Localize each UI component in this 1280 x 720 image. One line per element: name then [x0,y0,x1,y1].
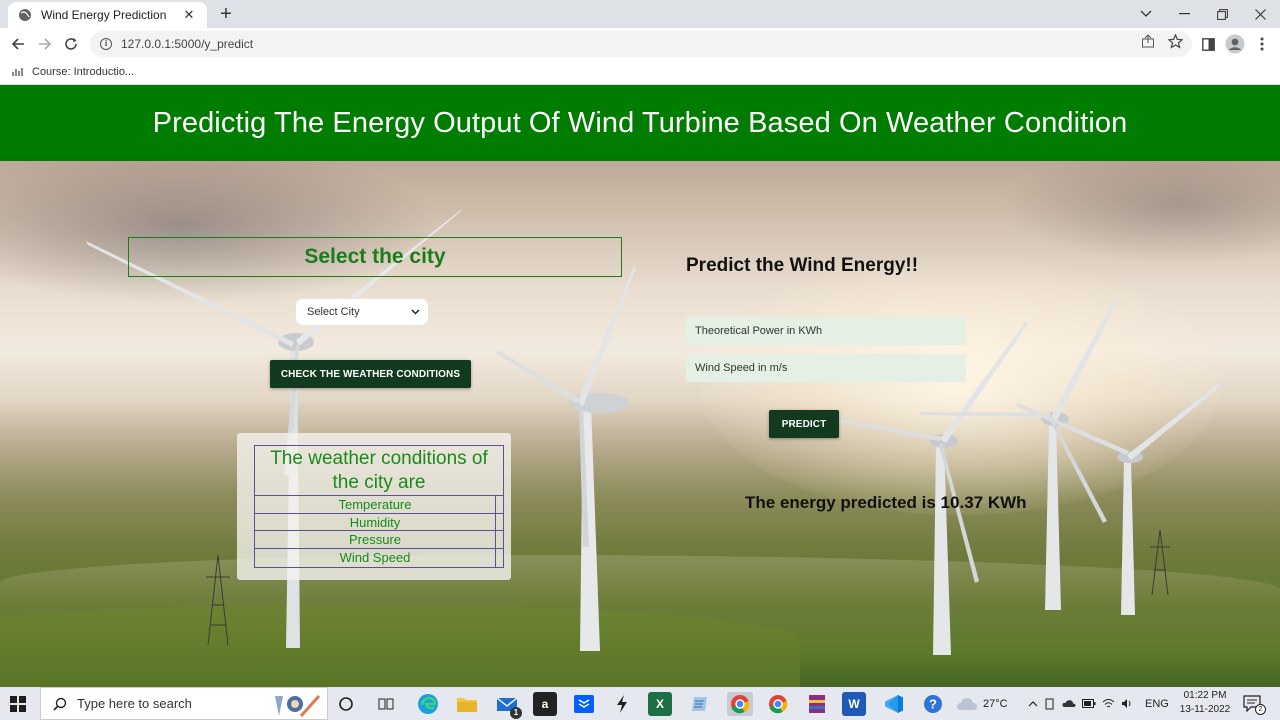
browser-toolbar: i 127.0.0.1:5000/y_predict [0,28,1280,60]
weather-widget[interactable]: 27°C [956,687,1008,720]
address-bar[interactable]: i 127.0.0.1:5000/y_predict [90,31,1192,57]
more-menu-icon[interactable] [1252,34,1272,54]
file-explorer-icon[interactable] [455,692,479,716]
system-tray: ENG [1028,687,1169,720]
amazon-icon[interactable]: a [533,692,557,716]
reload-icon[interactable] [59,32,83,56]
cortana-icon[interactable] [334,692,358,716]
windows-start-icon[interactable] [10,696,26,712]
minimize-icon[interactable] [1165,0,1203,28]
share-icon[interactable] [1140,33,1156,49]
weather-temperature-label: Temperature [255,496,496,513]
table-row: Humidity [255,513,503,532]
weather-pressure-value [496,531,503,548]
info-icon[interactable]: i [100,38,112,50]
bookmark-item[interactable]: Course: Introductio... [32,66,134,78]
task-view-icon[interactable] [374,692,398,716]
word-icon[interactable]: W [842,692,866,716]
chevron-down-icon [410,307,420,317]
svg-text:?: ? [929,697,937,712]
browser-tab-strip: Wind Energy Prediction ✕ + [0,0,1280,28]
check-weather-button[interactable]: CHECK THE WEATHER CONDITIONS [270,360,471,388]
edge-icon[interactable] [416,692,440,716]
volume-icon[interactable] [1121,698,1133,709]
bookmark-favicon-icon [12,68,24,76]
clock-time: 01:22 PM [1183,690,1227,701]
new-tab-icon[interactable]: + [216,3,236,25]
prediction-result: The energy predicted is 10.37 KWh [745,493,1027,512]
taskbar-search-placeholder: Type here to search [77,696,192,711]
web-page: Predictig The Energy Output Of Wind Turb… [0,85,1280,687]
url-text: 127.0.0.1:5000/y_predict [121,37,254,51]
predict-button[interactable]: PREDICT [769,410,839,438]
weather-temperature: 27°C [983,697,1008,710]
page-title: Predictig The Energy Output Of Wind Turb… [152,106,1128,139]
profile-avatar-icon[interactable] [1225,34,1245,54]
city-dropdown[interactable]: Select City [295,298,429,326]
excel-icon[interactable]: X [648,692,672,716]
maximize-icon[interactable] [1203,0,1241,28]
onedrive-icon[interactable] [1062,699,1076,708]
mail-icon[interactable]: 1 [495,692,522,719]
lightning-app-icon[interactable] [610,692,634,716]
predict-heading: Predict the Wind Energy!! [686,255,919,276]
select-city-heading-box: Select the city [128,237,622,277]
weather-wind-speed-value [496,549,503,567]
bookmark-star-icon[interactable] [1167,33,1183,49]
clock-date: 13-11-2022 [1179,704,1231,715]
search-highlight-icon [271,692,323,718]
close-window-icon[interactable] [1241,0,1279,28]
phone-link-icon[interactable] [1044,698,1056,710]
weather-wind-speed-label: Wind Speed [255,549,496,567]
weather-humidity-label: Humidity [255,513,496,531]
weather-temperature-value [496,496,503,513]
close-tab-icon[interactable]: ✕ [181,7,197,23]
help-icon[interactable]: ? [921,692,945,716]
city-dropdown-value: Select City [307,306,360,318]
wind-turbines-background [86,209,1221,655]
language-indicator[interactable]: ENG [1145,698,1169,710]
wifi-icon[interactable] [1102,698,1115,709]
globe-icon [18,8,32,22]
select-city-heading: Select the city [304,245,446,268]
dropbox-icon[interactable] [572,692,596,716]
weather-table: The weather conditions of the city are T… [254,445,504,568]
table-row: Wind Speed [255,549,503,567]
table-row: Temperature [255,496,503,514]
battery-icon[interactable] [1082,699,1096,708]
back-icon[interactable] [6,32,30,56]
weather-pressure-label: Pressure [255,531,496,549]
taskbar-search-box[interactable]: Type here to search [40,687,328,720]
notepad-icon[interactable] [688,692,712,716]
winrar-icon[interactable] [805,692,829,716]
notification-center-icon[interactable]: 2 [1243,695,1266,715]
tab-search-icon[interactable] [1127,0,1165,28]
browser-tab[interactable]: Wind Energy Prediction ✕ [8,2,207,28]
taskbar-clock[interactable]: 01:22 PM 13-11-2022 [1178,689,1232,717]
chrome-profile-icon[interactable] [766,692,790,716]
cloud-icon [956,697,978,711]
vscode-icon[interactable] [882,692,906,716]
wind-speed-input[interactable]: Wind Speed in m/s [686,354,966,382]
theoretical-power-input[interactable]: Theoretical Power in KWh [686,317,966,345]
table-row: Pressure [255,531,503,550]
notification-count-badge: 2 [1255,704,1266,715]
chevron-up-icon[interactable] [1028,700,1038,707]
side-panel-icon[interactable] [1198,34,1218,54]
page-header: Predictig The Energy Output Of Wind Turb… [0,85,1280,161]
taskbar: Type here to search 1 a X W ? 27°C ENG 0… [0,687,1280,720]
weather-humidity-value [496,514,503,531]
forward-icon[interactable] [33,32,57,56]
chrome-icon[interactable] [727,692,753,716]
weather-table-title: The weather conditions of the city are [255,446,503,496]
search-icon [53,697,67,711]
tab-title: Wind Energy Prediction [41,8,167,22]
mail-badge: 1 [510,707,522,719]
bookmarks-bar: Course: Introductio... [0,60,1280,85]
